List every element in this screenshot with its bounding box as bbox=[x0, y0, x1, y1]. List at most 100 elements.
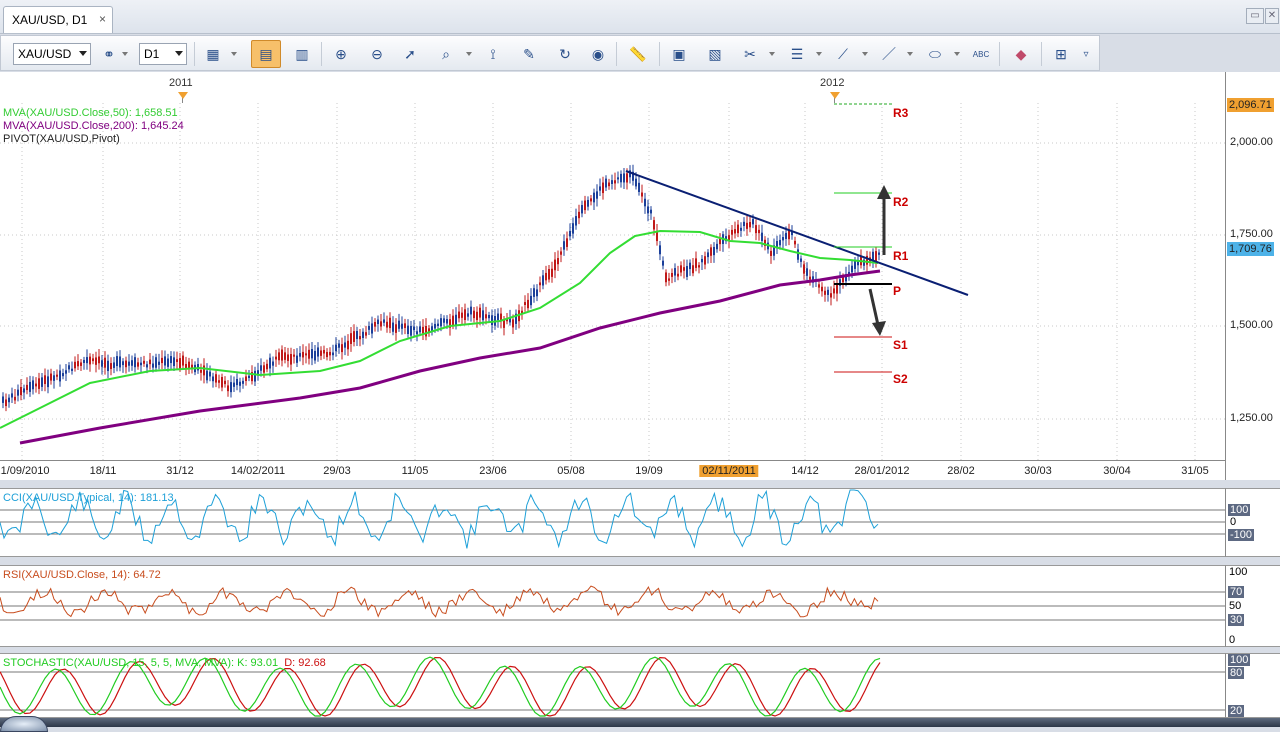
chevron-down-icon[interactable] bbox=[231, 52, 237, 56]
candle-body bbox=[524, 302, 526, 305]
chart-tab[interactable]: XAU/USD, D1 × bbox=[3, 6, 113, 33]
edit-icon[interactable]: ✎ bbox=[517, 42, 541, 66]
fibonacci-icon[interactable]: ⟋ bbox=[831, 42, 855, 66]
trendline-icon[interactable]: ／ bbox=[877, 42, 901, 66]
date-axis-label: 28/01/2012 bbox=[854, 465, 910, 477]
date-axis-label: 05/08 bbox=[557, 465, 585, 477]
candle-body bbox=[95, 357, 97, 365]
rsi-panel[interactable]: RSI(XAU/USD.Close, 14): 64.72 bbox=[0, 565, 1225, 647]
cursor-icon[interactable]: ➚ bbox=[398, 42, 422, 66]
candle-body bbox=[470, 306, 472, 315]
chart-tab-label: XAU/USD, D1 bbox=[12, 13, 88, 27]
price-marker-icon[interactable]: ⟟ bbox=[481, 42, 505, 66]
chevron-down-icon[interactable] bbox=[862, 52, 868, 56]
candle-body bbox=[707, 252, 709, 258]
cci-panel[interactable]: CCI(XAU/USD.Typical, 14): 181.13 bbox=[0, 488, 1225, 557]
date-axis-label: 30/04 bbox=[1103, 465, 1131, 477]
close-window-icon[interactable]: ✕ bbox=[1265, 8, 1279, 24]
candle-body bbox=[296, 355, 298, 363]
candle-body bbox=[83, 359, 85, 363]
close-icon[interactable]: × bbox=[99, 12, 106, 26]
candle-body bbox=[377, 319, 379, 325]
bar-chart-icon[interactable]: ▤ bbox=[251, 40, 281, 68]
candle-body bbox=[341, 344, 343, 353]
candle-body bbox=[59, 370, 61, 382]
symbol-select[interactable]: XAU/USD bbox=[13, 43, 91, 65]
title-bar: XAU/USD, D1 × ▭ ✕ bbox=[0, 0, 1280, 34]
candle-body bbox=[485, 314, 487, 319]
restore-icon[interactable]: ▭ bbox=[1246, 8, 1264, 24]
text-label-icon[interactable]: ABC bbox=[969, 42, 993, 66]
candle-body bbox=[104, 357, 106, 368]
taskbar bbox=[0, 718, 1280, 727]
levels-icon[interactable]: ☰ bbox=[785, 42, 809, 66]
candle-body bbox=[668, 278, 670, 281]
candlestick-icon[interactable]: ▥ bbox=[290, 42, 314, 66]
rsi-legend: RSI(XAU/USD.Close, 14): 64.72 bbox=[3, 569, 161, 581]
date-axis-label: 19/09 bbox=[635, 465, 663, 477]
chevron-down-icon[interactable] bbox=[816, 52, 822, 56]
start-button[interactable] bbox=[0, 716, 48, 732]
template-icon[interactable]: ▧ bbox=[703, 42, 727, 66]
stoch-level-label: 80 bbox=[1228, 667, 1245, 679]
chevron-down-icon[interactable] bbox=[466, 52, 472, 56]
chart-type-icon[interactable]: ▦ bbox=[201, 42, 225, 66]
candle-body bbox=[254, 370, 256, 382]
candle-body bbox=[611, 180, 613, 184]
candle-body bbox=[527, 299, 529, 309]
toolbar-more-icon[interactable]: ▿ bbox=[1079, 42, 1093, 66]
date-axis-label: 29/03 bbox=[323, 465, 351, 477]
price-axis[interactable]: 2,096.71 2,000.00 1,750.00 1,709.76 1,50… bbox=[1225, 72, 1280, 480]
candle-body bbox=[212, 376, 214, 382]
price-chart[interactable]: R3 R2 R1 P S1 S2 MVA(XAU/USD.Close,50): … bbox=[0, 103, 1225, 460]
zoom-in-icon[interactable]: ⊕ bbox=[329, 42, 353, 66]
timeframe-select[interactable]: D1 bbox=[139, 43, 187, 65]
chevron-down-icon[interactable] bbox=[907, 52, 913, 56]
cycle-icon[interactable]: ↻ bbox=[553, 42, 577, 66]
ellipse-icon[interactable]: ⬭ bbox=[923, 42, 947, 66]
eraser-icon[interactable]: ◆ bbox=[1009, 42, 1033, 66]
candle-body bbox=[536, 289, 538, 297]
candle-body bbox=[593, 192, 595, 203]
candle-body bbox=[359, 336, 361, 340]
candle-body bbox=[77, 361, 79, 367]
year-marker-icon[interactable] bbox=[830, 92, 840, 99]
tools-icon[interactable]: ✂ bbox=[738, 42, 762, 66]
stochastic-panel[interactable]: STOCHASTIC(XAU/USD, 15, 5, 5, MVA, MVA):… bbox=[0, 653, 1225, 718]
candle-body bbox=[797, 249, 799, 260]
candle-body bbox=[215, 374, 217, 383]
candle-body bbox=[344, 342, 346, 348]
candle-body bbox=[134, 357, 136, 368]
zoom-select-icon[interactable]: ⌕ bbox=[434, 42, 458, 66]
globe-icon[interactable]: ◉ bbox=[586, 42, 610, 66]
chevron-down-icon[interactable] bbox=[122, 52, 128, 56]
candle-body bbox=[2, 396, 4, 403]
ruler-icon[interactable]: 📏 bbox=[626, 42, 650, 66]
price-chart-canvas[interactable]: R3 R2 R1 P S1 S2 bbox=[0, 103, 1225, 460]
candle-body bbox=[176, 359, 178, 362]
candle-body bbox=[239, 381, 241, 386]
candle-body bbox=[644, 198, 646, 207]
image-icon[interactable]: ▣ bbox=[667, 42, 691, 66]
candle-body bbox=[587, 199, 589, 207]
candle-body bbox=[29, 381, 31, 392]
stoch-k-legend: STOCHASTIC(XAU/USD, 15, 5, 5, MVA, MVA):… bbox=[3, 657, 279, 669]
chevron-down-icon[interactable] bbox=[954, 52, 960, 56]
crosshair-icon[interactable]: ⚭ bbox=[97, 42, 121, 66]
tree-icon[interactable]: ⊞ bbox=[1049, 42, 1073, 66]
year-label: 2011 bbox=[169, 77, 193, 89]
candle-body bbox=[614, 180, 616, 184]
candle-body bbox=[110, 363, 112, 370]
candle-body bbox=[605, 178, 607, 188]
candle-body bbox=[47, 376, 49, 388]
date-axis-label: 23/06 bbox=[479, 465, 507, 477]
candle-body bbox=[182, 355, 184, 366]
year-marker-icon[interactable] bbox=[178, 92, 188, 99]
candle-body bbox=[203, 365, 205, 376]
candle-body bbox=[365, 332, 367, 336]
zoom-out-icon[interactable]: ⊖ bbox=[365, 42, 389, 66]
candle-body bbox=[617, 177, 619, 180]
chevron-down-icon[interactable] bbox=[769, 52, 775, 56]
candle-body bbox=[440, 318, 442, 327]
toolbar: XAU/USD ⚭ D1 ▦ ▤ ▥ ⊕ ⊖ ➚ ⌕ ⟟ ✎ ↻ ◉ 📏 ▣ ▧… bbox=[0, 35, 1100, 71]
